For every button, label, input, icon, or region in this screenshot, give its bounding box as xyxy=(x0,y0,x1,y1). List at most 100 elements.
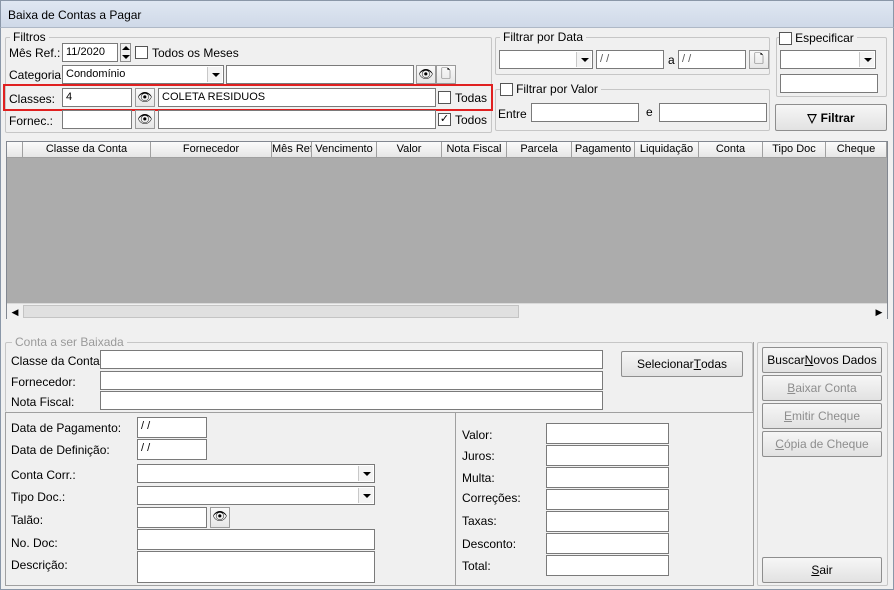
classe-conta-label: Classe da Conta: xyxy=(11,354,104,368)
copia-de-cheque-button[interactable]: Cópia de Cheque xyxy=(762,431,882,457)
buscar-novos-dados-button[interactable]: Buscar Novos Dados xyxy=(762,347,882,373)
filtrar-valor-legend: Filtrar por Valor xyxy=(516,82,598,96)
todos-meses-checkbox[interactable] xyxy=(135,46,148,59)
binoculars-icon[interactable]: 👁 xyxy=(135,110,155,129)
filtrar-data-legend: Filtrar por Data xyxy=(500,30,587,44)
chevron-down-icon[interactable] xyxy=(576,52,591,67)
document-icon[interactable]: 🗋 xyxy=(436,65,456,84)
scroll-right-icon[interactable]: ▶ xyxy=(872,305,886,319)
grid-header-fornecedor[interactable]: Fornecedor xyxy=(151,142,272,158)
grid-horizontal-scrollbar[interactable]: ◀ ▶ xyxy=(7,303,887,319)
correcoes-input[interactable] xyxy=(546,489,669,510)
spin-down-icon[interactable] xyxy=(122,55,130,59)
categoria-text-input[interactable] xyxy=(226,65,414,84)
grid-header-liquidacao[interactable]: Liquidação xyxy=(635,142,699,158)
grid-header-pagamento[interactable]: Pagamento xyxy=(572,142,635,158)
chevron-down-icon[interactable] xyxy=(358,466,373,481)
desconto-input[interactable] xyxy=(546,533,669,554)
classes-code-input[interactable]: 4 xyxy=(62,88,132,107)
btn-text-hotkey: T xyxy=(693,357,701,371)
btn-text-pre: Selecionar xyxy=(636,357,694,371)
fornecedor-input[interactable] xyxy=(100,371,603,390)
todos-checkbox[interactable]: ✓ xyxy=(438,113,451,126)
grid-header-nota-fiscal[interactable]: Nota Fiscal xyxy=(442,142,507,158)
date-from-input[interactable]: / / xyxy=(596,50,664,69)
descricao-input[interactable] xyxy=(137,551,375,583)
especificar-select[interactable] xyxy=(780,50,876,69)
data-pagamento-input[interactable]: / / xyxy=(137,417,207,438)
spin-up-icon[interactable] xyxy=(122,46,130,50)
correcoes-label: Correções: xyxy=(462,491,521,505)
conta-baixada-legend: Conta a ser Baixada xyxy=(12,335,127,349)
no-doc-label: No. Doc: xyxy=(11,536,58,550)
grid-header-tipo-doc[interactable]: Tipo Doc xyxy=(763,142,826,158)
juros-label: Juros: xyxy=(462,449,495,463)
grid-header-valor[interactable]: Valor xyxy=(377,142,442,158)
mes-ref-input[interactable]: 11/2020 xyxy=(62,43,118,62)
valor-input[interactable] xyxy=(546,423,669,444)
todos-meses-label: Todos os Meses xyxy=(152,46,239,60)
grid-header-vencimento[interactable]: Vencimento xyxy=(312,142,377,158)
classes-name-input[interactable]: COLETA RESIDUOS xyxy=(158,88,436,107)
filtrar-valor-header: Filtrar por Valor xyxy=(500,82,601,96)
data-definicao-input[interactable]: / / xyxy=(137,439,207,460)
filtrar-data-select[interactable] xyxy=(499,50,593,69)
multa-input[interactable] xyxy=(546,467,669,488)
document-icon[interactable]: 🗋 xyxy=(749,50,769,69)
grid-header-parcela[interactable]: Parcela xyxy=(507,142,572,158)
taxas-label: Taxas: xyxy=(462,514,497,528)
total-input[interactable] xyxy=(546,555,669,576)
fornec-code-input[interactable] xyxy=(62,110,132,129)
valor-label: Valor: xyxy=(462,428,493,442)
contas-grid[interactable]: Classe da Conta Fornecedor Mês Ref Venci… xyxy=(6,141,888,319)
talao-input[interactable] xyxy=(137,507,207,528)
bottom-divider xyxy=(5,585,753,586)
window-titlebar: Baixa de Contas a Pagar xyxy=(0,0,894,28)
valor-max-input[interactable] xyxy=(659,103,767,122)
todas-checkbox[interactable] xyxy=(438,91,451,104)
selecionar-todas-button[interactable]: Selecionar Todas xyxy=(621,351,743,377)
btn-text-pre: Buscar xyxy=(767,353,805,367)
especificar-checkbox[interactable] xyxy=(779,31,792,45)
grid-header-conta[interactable]: Conta xyxy=(699,142,763,158)
especificar-input[interactable] xyxy=(780,74,878,93)
conta-corr-select[interactable] xyxy=(137,464,375,483)
nota-fiscal-input[interactable] xyxy=(100,391,603,410)
tipo-doc-label: Tipo Doc.: xyxy=(11,490,66,504)
date-to-input[interactable]: / / xyxy=(678,50,746,69)
fornec-name-input[interactable] xyxy=(158,110,436,129)
conta-corr-label: Conta Corr.: xyxy=(11,468,76,482)
binoculars-icon[interactable]: 👁 xyxy=(210,507,230,528)
no-doc-input[interactable] xyxy=(137,529,375,550)
filtrar-valor-checkbox[interactable] xyxy=(500,82,513,96)
chevron-down-icon[interactable] xyxy=(859,52,874,67)
grid-header-cheque[interactable]: Cheque xyxy=(826,142,887,158)
filtrar-button[interactable]: ▽ Filtrar xyxy=(775,104,887,131)
binoculars-icon[interactable]: 👁 xyxy=(135,88,155,107)
classe-conta-input[interactable] xyxy=(100,350,603,369)
binoculars-icon[interactable]: 👁 xyxy=(416,65,436,84)
valor-min-input[interactable] xyxy=(531,103,639,122)
btn-text-hotkey: E xyxy=(783,409,792,423)
grid-header-mes-ref[interactable]: Mês Ref xyxy=(272,142,312,158)
chevron-down-icon[interactable] xyxy=(358,488,373,503)
mes-ref-spinner[interactable] xyxy=(120,43,131,62)
sair-button[interactable]: Sair xyxy=(762,557,882,583)
talao-label: Talão: xyxy=(11,513,44,527)
categoria-select[interactable]: Condomínio xyxy=(62,65,224,84)
juros-input[interactable] xyxy=(546,445,669,466)
todos-label: Todos xyxy=(455,113,488,127)
scroll-thumb[interactable] xyxy=(23,305,519,318)
grid-header-classe[interactable]: Classe da Conta xyxy=(23,142,151,158)
nota-fiscal-label: Nota Fiscal: xyxy=(11,395,75,409)
taxas-input[interactable] xyxy=(546,511,669,532)
scroll-left-icon[interactable]: ◀ xyxy=(8,305,22,319)
btn-text-hotkey: B xyxy=(787,381,796,395)
tipo-doc-select[interactable] xyxy=(137,486,375,505)
baixar-conta-button[interactable]: Baixar Conta xyxy=(762,375,882,401)
emitir-cheque-button[interactable]: Emitir Cheque xyxy=(762,403,882,429)
desconto-label: Desconto: xyxy=(462,537,517,551)
classes-label: Classes: xyxy=(9,92,56,106)
chevron-down-icon[interactable] xyxy=(207,67,222,82)
especificar-header: Especificar xyxy=(779,31,857,45)
